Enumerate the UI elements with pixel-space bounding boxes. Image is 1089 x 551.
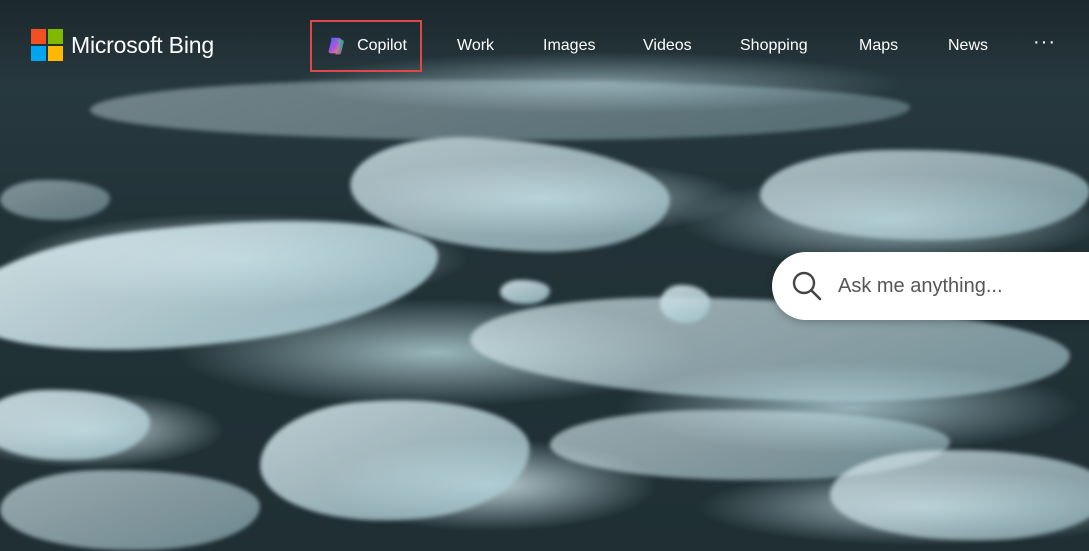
top-header: Microsoft Bing Copilot Work Images Video… [0, 0, 1089, 92]
nav-work[interactable]: Work [457, 20, 494, 72]
search-box[interactable] [772, 252, 1089, 320]
search-icon[interactable] [790, 269, 824, 303]
top-nav: Copilot Work Images Videos Shopping Maps… [0, 20, 1089, 72]
nav-shopping[interactable]: Shopping [740, 20, 808, 72]
copilot-icon [328, 37, 344, 55]
search-input[interactable] [836, 273, 1089, 299]
nav-maps[interactable]: Maps [859, 20, 898, 72]
nav-news[interactable]: News [948, 20, 988, 72]
more-options-icon[interactable]: ··· [1033, 16, 1056, 68]
nav-videos[interactable]: Videos [643, 20, 692, 72]
nav-copilot[interactable]: Copilot [310, 20, 422, 72]
nav-copilot-label: Copilot [357, 37, 407, 54]
nav-images[interactable]: Images [543, 20, 595, 72]
